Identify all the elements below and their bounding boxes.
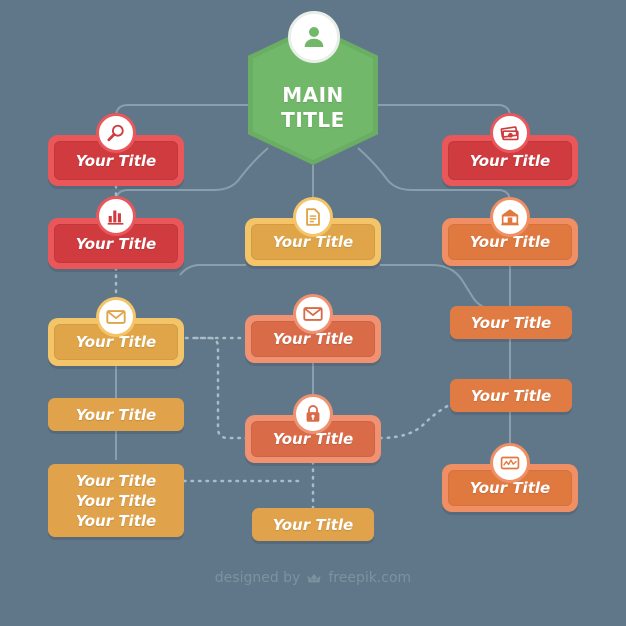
user-icon (288, 11, 340, 63)
node-left-5[interactable]: Your Title Your Title Your Title (48, 464, 184, 537)
node-right-4[interactable]: Your Title (450, 379, 572, 412)
node-center-4[interactable]: Your Title (252, 508, 374, 541)
node-body: Your Title (450, 306, 572, 339)
node-right-2[interactable]: Your Title (442, 197, 578, 266)
magnifier-icon (96, 113, 136, 153)
node-body: Your Title (48, 398, 184, 431)
envelope-icon (293, 294, 333, 334)
node-label: Your Title (75, 405, 157, 424)
wire-dashed-elbow-to-center3 (194, 336, 248, 440)
node-label: Your Title (469, 151, 551, 170)
wire-center1-left-curve (179, 264, 246, 276)
node-body: Your Title (450, 379, 572, 412)
root-title-line2: TITLE (281, 108, 345, 132)
root-title: MAIN TITLE (248, 83, 378, 133)
bank-icon (490, 197, 530, 237)
wire-center1-to-right (380, 264, 499, 311)
monitor-chart-icon (490, 443, 530, 483)
envelope-icon (96, 297, 136, 337)
node-right-5[interactable]: Your Title (442, 443, 578, 512)
node-label: Your Title (470, 386, 552, 405)
footer-brand: freepik.com (328, 570, 412, 586)
node-label: Your Title (75, 234, 157, 253)
node-body: Your Title (252, 508, 374, 541)
node-label: Your Title (272, 515, 354, 534)
node-center-3[interactable]: Your Title (245, 394, 381, 463)
document-icon (293, 197, 333, 237)
node-center-2[interactable]: Your Title (245, 294, 381, 363)
node-left-2[interactable]: Your Title (48, 196, 184, 269)
node-center-1[interactable]: Your Title (245, 197, 381, 266)
node-label: Your Title (470, 313, 552, 332)
infographic-canvas: MAIN TITLE Your Title Your Title Your Ti… (0, 0, 626, 626)
node-left-1[interactable]: Your Title (48, 113, 184, 186)
node-body: Your Title Your Title Your Title (48, 464, 184, 537)
root-title-line1: MAIN (282, 83, 344, 107)
lock-icon (293, 394, 333, 434)
bar-chart-icon (96, 196, 136, 236)
node-right-3[interactable]: Your Title (450, 306, 572, 339)
node-left-3[interactable]: Your Title (48, 297, 184, 366)
root-node[interactable]: MAIN TITLE (248, 11, 378, 165)
node-left-4[interactable]: Your Title (48, 398, 184, 431)
footer-attribution: designed by freepik.com (0, 570, 626, 586)
footer-prefix: designed by (214, 570, 301, 586)
money-icon (490, 113, 530, 153)
node-label: Your Title (75, 151, 157, 170)
freepik-crown-icon (306, 572, 322, 585)
node-label: Your Title Your Title Your Title (75, 471, 157, 530)
node-right-1[interactable]: Your Title (442, 113, 578, 186)
